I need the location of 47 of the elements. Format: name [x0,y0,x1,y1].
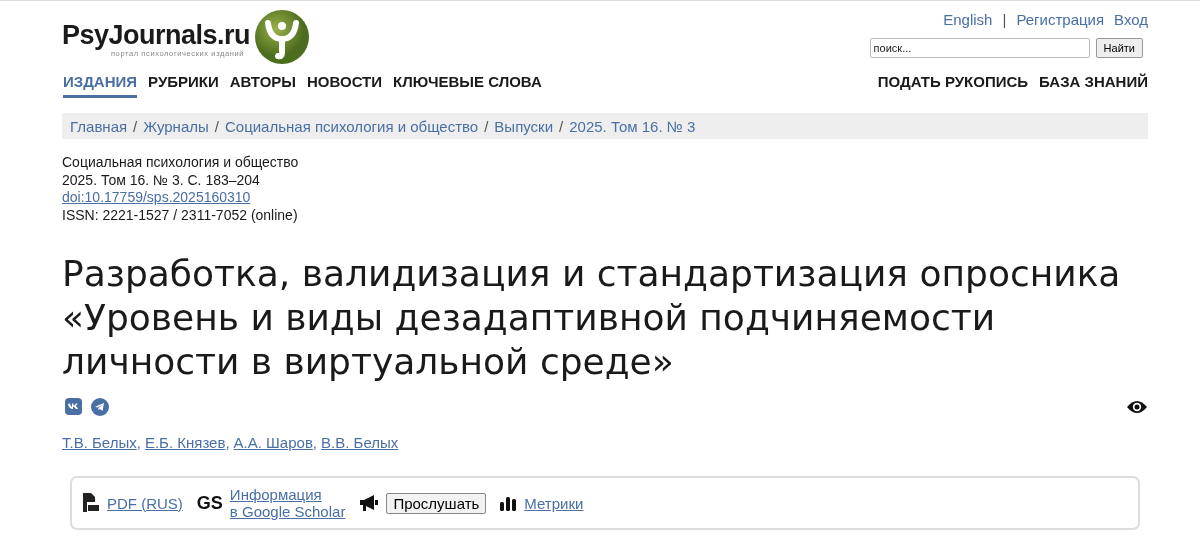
separator: | [1002,11,1007,28]
author-link[interactable]: В.В. Белых [321,434,399,451]
bar-chart-icon [500,495,518,511]
nav-tab[interactable]: НОВОСТИ [307,73,383,98]
article-title: Разработка, валидизация и стандартизация опросника «Уровень и виды дезадаптивной подчиняемости личности в виртуальной среде» [62,252,1122,384]
comma: , [136,434,141,451]
citation-text: 2025. Том 16. № 3. С. 183–204 [62,171,260,189]
megaphone-icon [359,494,380,512]
comma: , [312,434,318,451]
breadcrumb-separator: / [214,117,219,135]
nav-tab[interactable]: АВТОРЫ [229,73,296,98]
breadcrumb-link[interactable]: Социальная психология и общество [224,117,479,135]
site-logo-title[interactable]: PsyJournals.ru [62,20,251,49]
header-link[interactable]: Регистрация [1016,11,1105,28]
citation-text: ISSN: 2221-1527 / 2311-7052 (online) [62,206,298,224]
breadcrumb-link[interactable]: 2025. Том 16. № 3 [569,117,696,135]
author-link[interactable]: Т.В. Белых [62,434,137,451]
nav-tab[interactable]: КЛЮЧЕВЫЕ СЛОВА [393,73,542,98]
scholar-link[interactable]: Информация в Google Scholar [229,486,346,520]
listen-button[interactable]: Прослушать [386,492,487,514]
pdf-link[interactable]: PDF (RUS) [107,494,183,512]
header-link[interactable]: Вход [1114,11,1148,28]
search-button[interactable]: Найти [1095,38,1143,58]
breadcrumb-link[interactable]: Журналы [143,117,209,135]
author-link[interactable]: Е.Б. Князев [144,434,226,451]
comma: , [225,434,230,451]
scholar-label: GS [196,492,223,514]
search-field[interactable]: поиск... [869,38,1090,58]
breadcrumb-link[interactable]: Выпуски [494,117,554,135]
metrics-link[interactable]: Метрики [524,494,584,512]
logo-icon [254,9,311,65]
nav-link[interactable]: ПОДАТЬ РУКОПИСЬ [877,73,1029,98]
breadcrumb-separator: / [559,117,564,135]
pdf-file-icon [82,493,100,513]
eye-icon[interactable] [1126,399,1148,415]
nav-link[interactable]: БАЗА ЗНАНИЙ [1039,73,1148,98]
breadcrumb-link[interactable]: Главная [70,117,128,135]
breadcrumb-separator: / [133,117,138,135]
breadcrumb-separator: / [484,117,489,135]
citation-text: Социальная психология и общество [62,154,299,172]
vk-icon[interactable] [65,398,82,415]
nav-tab[interactable]: ИЗДАНИЯ [63,73,138,98]
doi-link[interactable]: doi:10.17759/sps.2025160310 [62,189,251,207]
author-link[interactable]: А.А. Шаров [233,434,313,451]
telegram-icon[interactable] [91,398,109,416]
nav-tab[interactable]: РУБРИКИ [148,73,219,98]
header-link[interactable]: English [943,11,993,28]
